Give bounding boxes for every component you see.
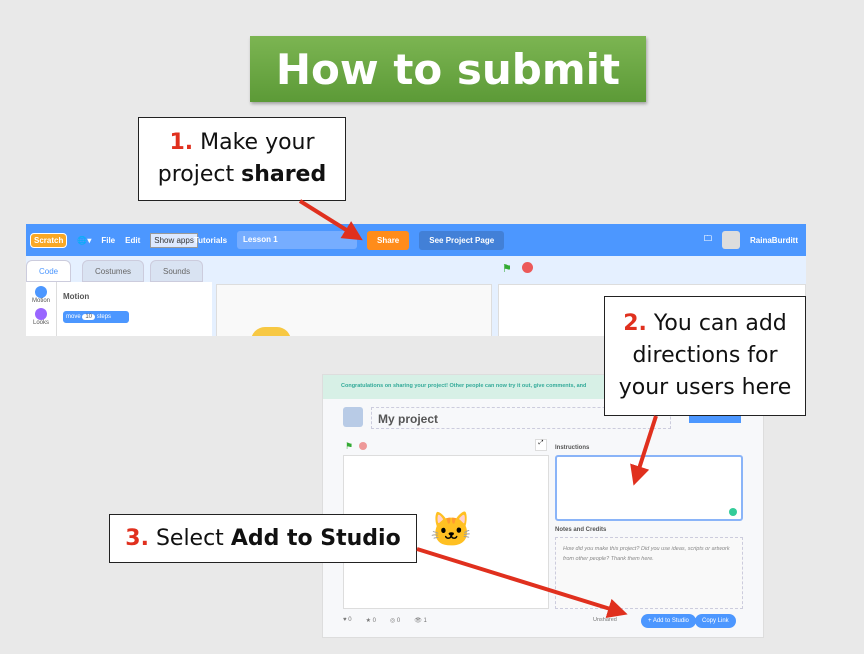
arrow-step-3 <box>416 547 628 618</box>
arrow-step-2 <box>630 415 658 486</box>
arrow-step-1 <box>298 199 363 241</box>
